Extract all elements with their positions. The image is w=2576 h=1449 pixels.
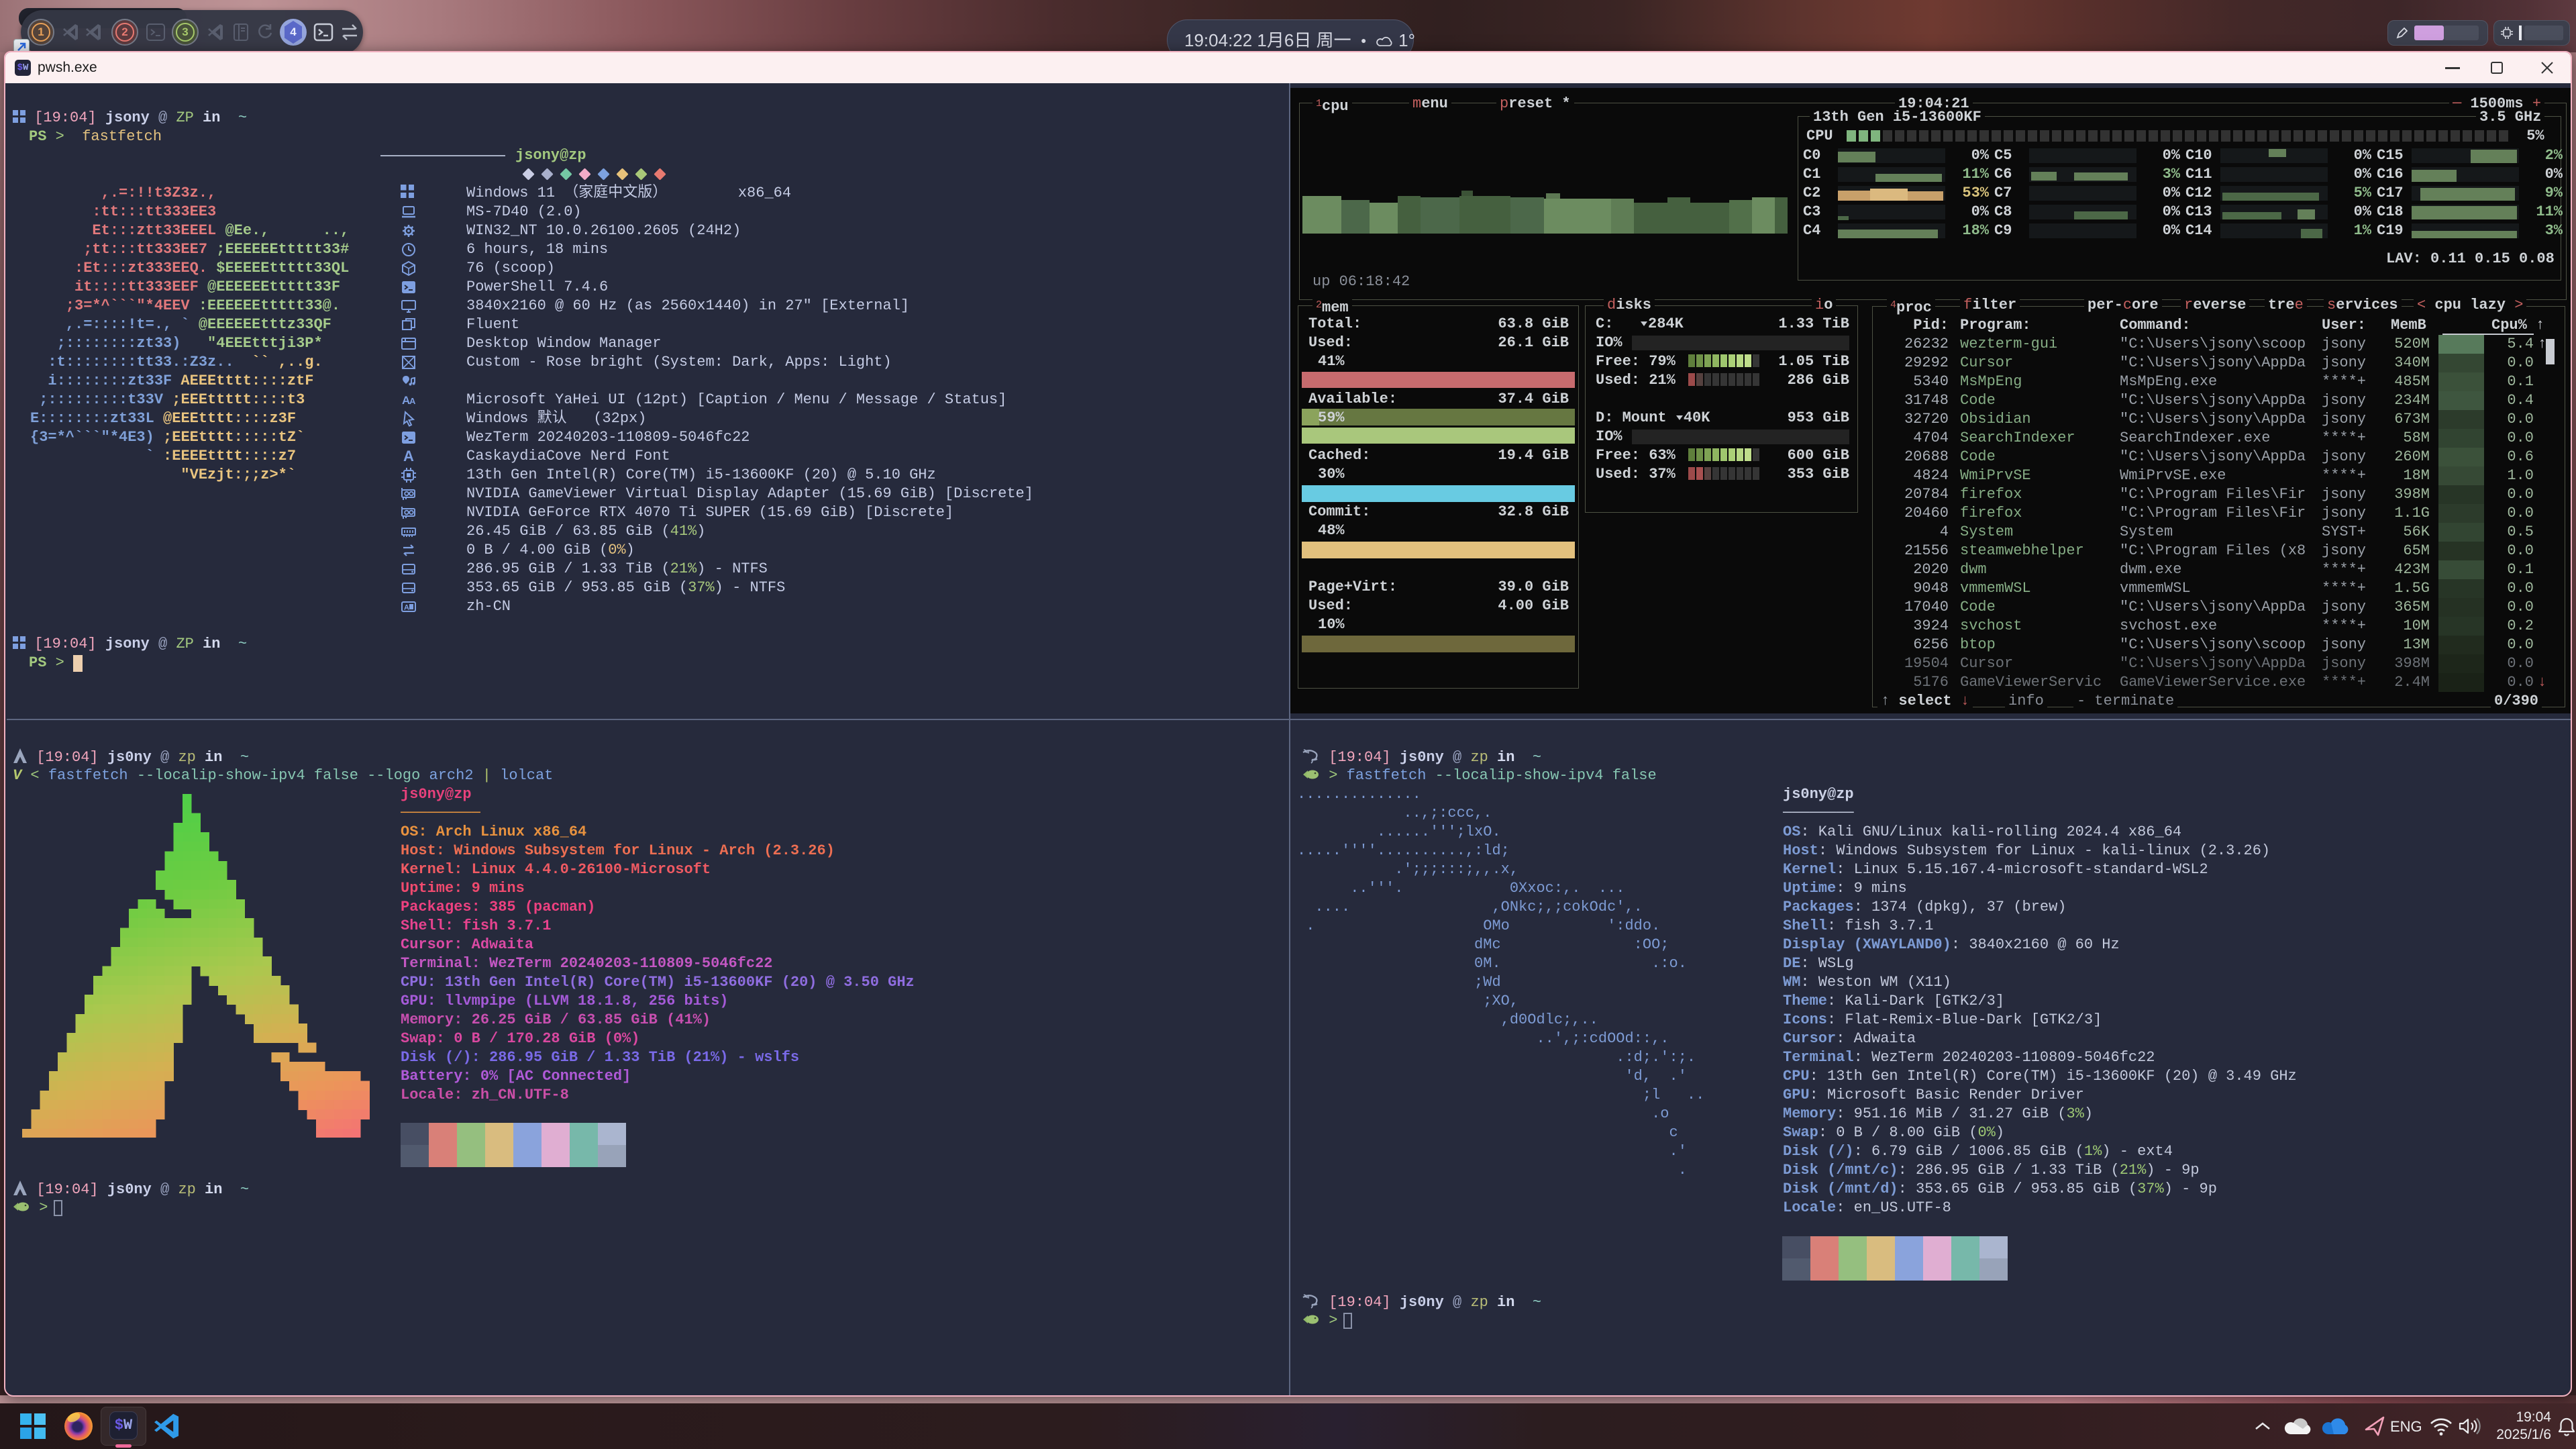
- svg-text:A: A: [403, 448, 414, 464]
- svg-text:A: A: [409, 396, 416, 406]
- svg-text:A: A: [404, 604, 409, 612]
